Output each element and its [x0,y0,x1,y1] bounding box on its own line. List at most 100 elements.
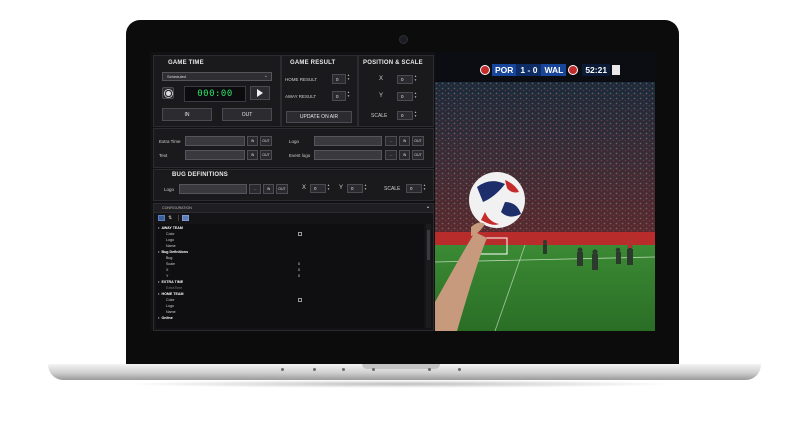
collapse-icon[interactable]: ▴ [427,204,429,209]
game-time-title: GAME TIME [168,60,204,66]
event-logo-out-button[interactable]: OUT [412,150,424,160]
event-logo-browse-button[interactable]: ... [385,150,397,160]
pg-checkbox[interactable] [298,231,302,236]
event-logo-input[interactable] [314,150,382,160]
pg-category-online[interactable]: ▾ Online [158,315,424,321]
indicator-light-icon [281,368,284,371]
bug-x-label: X [302,185,307,191]
play-button[interactable] [250,86,270,100]
bug-scale-stepper[interactable]: ▲ ▼ [422,183,427,191]
position-x-stepper[interactable]: ▲ ▼ [413,74,418,82]
laptop-screen: GAME TIME Scheduled ⌄ 000:00 IN OUT GAME… [150,52,655,331]
property-grid-scrollbar[interactable] [426,224,431,328]
event-logo-label: Event logo [289,153,311,158]
logo-out-button[interactable]: OUT [412,136,424,146]
bug-logo-in-button[interactable]: IN [263,184,274,194]
away-result-input[interactable]: 0 [332,91,346,101]
pg-category-away-team[interactable]: ▾ AWAY TEAM [158,225,424,231]
bug-definitions-title: BUG DEFINITIONS [172,172,229,178]
position-scale-input[interactable]: 0 [397,111,413,120]
expand-icon: ▾ [158,315,160,320]
text-out-button[interactable]: OUT [260,150,272,160]
home-result-input[interactable]: 0 [332,74,346,84]
bug-y-value: 0 [351,186,354,191]
pg-row-extratime[interactable]: ExtraTime [158,285,424,291]
sort-alpha-icon[interactable]: ⇅ [168,215,175,221]
pg-category-home-team[interactable]: ▾ HOME TEAM [158,291,424,297]
pg-row-home-name[interactable]: Name [158,309,424,315]
extra-time-label: Extra Time [159,139,181,144]
pg-category-label: EXTRA TIME [161,279,184,284]
settings-button[interactable] [162,87,174,99]
bug-x-value: 0 [314,186,317,191]
bug-y-input[interactable]: 0 [347,184,363,193]
bug-logo-out-button[interactable]: OUT [276,184,288,194]
pg-row-home-color[interactable]: Color [158,297,424,303]
game-time-out-button[interactable]: OUT [222,108,272,121]
text-input[interactable] [185,150,245,160]
position-y-input[interactable]: 0 [397,92,413,101]
text-in-button[interactable]: IN [247,150,258,160]
settings-icon [165,90,171,96]
away-flag-icon [568,64,579,75]
scrollbar-thumb[interactable] [427,230,430,260]
bug-y-stepper[interactable]: ▲ ▼ [363,183,368,191]
stepper-down-icon: ▼ [414,113,417,118]
pg-row-scale[interactable]: Scale 0 [158,261,424,267]
bug-x-stepper[interactable]: ▲ ▼ [326,183,331,191]
pg-row-home-logo[interactable]: Logo [158,303,424,309]
game-time-mode-select[interactable]: Scheduled ⌄ [162,72,272,81]
position-scale-value: 0 [401,113,404,118]
position-scale-label: SCALE [371,113,388,119]
position-scale-stepper[interactable]: ▲ ▼ [413,110,418,118]
webcam-icon [399,35,408,44]
property-pages-icon[interactable] [182,215,189,221]
stepper-down-icon: ▼ [423,186,426,191]
logo-browse-button[interactable]: ... [385,136,397,146]
pg-row-y[interactable]: Y0 [158,273,424,279]
game-time-in-button[interactable]: IN [162,108,212,121]
video-preview: POR 1 - 0 WAL 52:21 [435,52,655,331]
home-result-stepper[interactable]: ▲ ▼ [346,73,351,81]
bug-x-input[interactable]: 0 [310,184,326,193]
toolbar-divider [178,215,179,221]
pg-category-extra-time[interactable]: ▾ EXTRA TIME [158,279,424,285]
position-scale-panel: POSITION & SCALE X 0 ▲ ▼ Y 0 ▲ ▼ SCALE 0 ▲… [358,55,434,127]
bug-y-label: Y [339,185,344,191]
extras-panel: Extra Time IN OUT Text IN OUT Logo ... I… [153,128,434,168]
update-on-air-button[interactable]: UPDATE ON AIR [286,111,352,123]
away-result-stepper[interactable]: ▲ ▼ [346,90,351,98]
indicator-light-icon [458,368,461,371]
pg-row-value: 0 [298,273,300,278]
extra-time-out-button[interactable]: OUT [260,136,272,146]
logo-input[interactable] [314,136,382,146]
position-y-label: Y [379,93,384,99]
scorebug-clock: 52:21 [582,63,611,76]
pg-category-bug-definitions[interactable]: ▾ Bug Definitions [158,249,424,255]
pg-checkbox[interactable] [298,297,302,302]
extra-time-input[interactable] [185,136,245,146]
position-x-input[interactable]: 0 [397,75,413,84]
stepper-down-icon: ▼ [414,94,417,99]
pg-row-bug[interactable]: Bug [158,255,424,261]
sort-categorized-icon[interactable] [158,215,165,221]
pg-row-away-logo[interactable]: Logo [158,237,424,243]
pg-row-label: Scale [166,261,175,266]
position-y-stepper[interactable]: ▲ ▼ [413,91,418,99]
bug-logo-input[interactable] [179,184,247,194]
home-result-value: 0 [336,76,339,82]
event-logo-in-button[interactable]: IN [399,150,410,160]
extra-time-in-button[interactable]: IN [247,136,258,146]
logo-label: Logo [289,139,300,144]
timer-value: 000:00 [197,89,233,99]
pg-row-away-color[interactable]: Color [158,231,424,237]
pg-row-away-name[interactable]: Name [158,243,424,249]
bug-logo-browse-button[interactable]: ... [249,184,261,194]
pg-category-label: Online [161,315,173,320]
game-time-mode-value: Scheduled [167,74,186,79]
configuration-title: CONFIGURATION [162,206,192,210]
expand-icon: ▾ [158,249,160,254]
bug-scale-input[interactable]: 0 [406,184,422,193]
pg-row-x[interactable]: X0 [158,267,424,273]
logo-in-button[interactable]: IN [399,136,410,146]
